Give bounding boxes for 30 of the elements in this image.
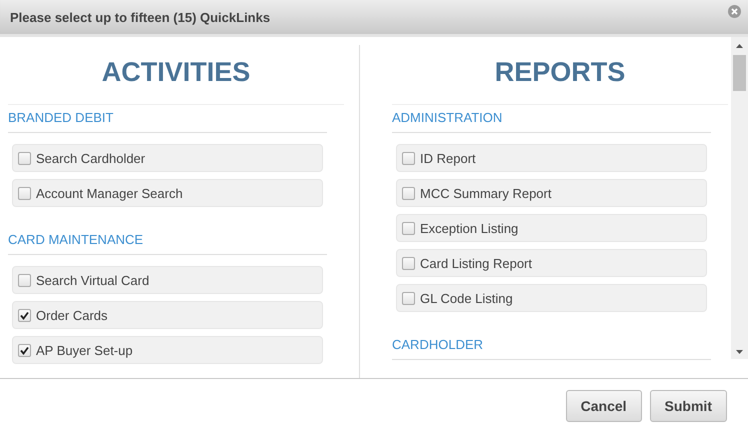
column-heading: ACTIVITIES (8, 42, 344, 105)
quicklink-option[interactable]: ID Report (396, 144, 707, 172)
section-title: CARD MAINTENANCE (8, 227, 327, 255)
quicklink-option[interactable]: Exception Listing (396, 214, 707, 242)
quicklink-option[interactable]: Card Listing Report (396, 249, 707, 277)
dialog-button[interactable]: Submit (650, 390, 727, 422)
quicklink-option[interactable]: GL Code Listing (396, 284, 707, 312)
checkbox[interactable] (402, 292, 415, 304)
checkbox[interactable] (402, 256, 415, 270)
column-heading: REPORTS (392, 42, 728, 105)
checkbox[interactable] (18, 344, 31, 356)
quicklink-option[interactable]: AP Buyer Set-up (12, 336, 323, 364)
section-title: ADMINISTRATION (392, 105, 711, 133)
dialog-title: Please select up to fifteen (15) QuickLinks (10, 10, 270, 24)
section-title: CARDHOLDER (392, 332, 711, 360)
checkbox[interactable] (18, 186, 31, 200)
checkbox[interactable] (18, 152, 31, 164)
quicklink-option[interactable]: Search Cardholder (12, 144, 323, 172)
checkbox[interactable] (402, 186, 415, 200)
quicklink-option[interactable]: Account Manager Search (12, 179, 323, 207)
close-icon[interactable] (728, 4, 741, 18)
dialog-button[interactable]: Cancel (566, 390, 642, 422)
checkbox[interactable] (402, 152, 415, 164)
quicklink-option[interactable]: MCC Summary Report (396, 179, 707, 207)
checkbox[interactable] (18, 308, 31, 322)
quicklink-option[interactable]: Search Virtual Card (12, 266, 323, 294)
section-title: BRANDED DEBIT (8, 105, 327, 133)
checkbox[interactable] (402, 222, 415, 234)
quicklink-option[interactable]: Order Cards (12, 301, 323, 329)
checkbox[interactable] (18, 274, 31, 286)
